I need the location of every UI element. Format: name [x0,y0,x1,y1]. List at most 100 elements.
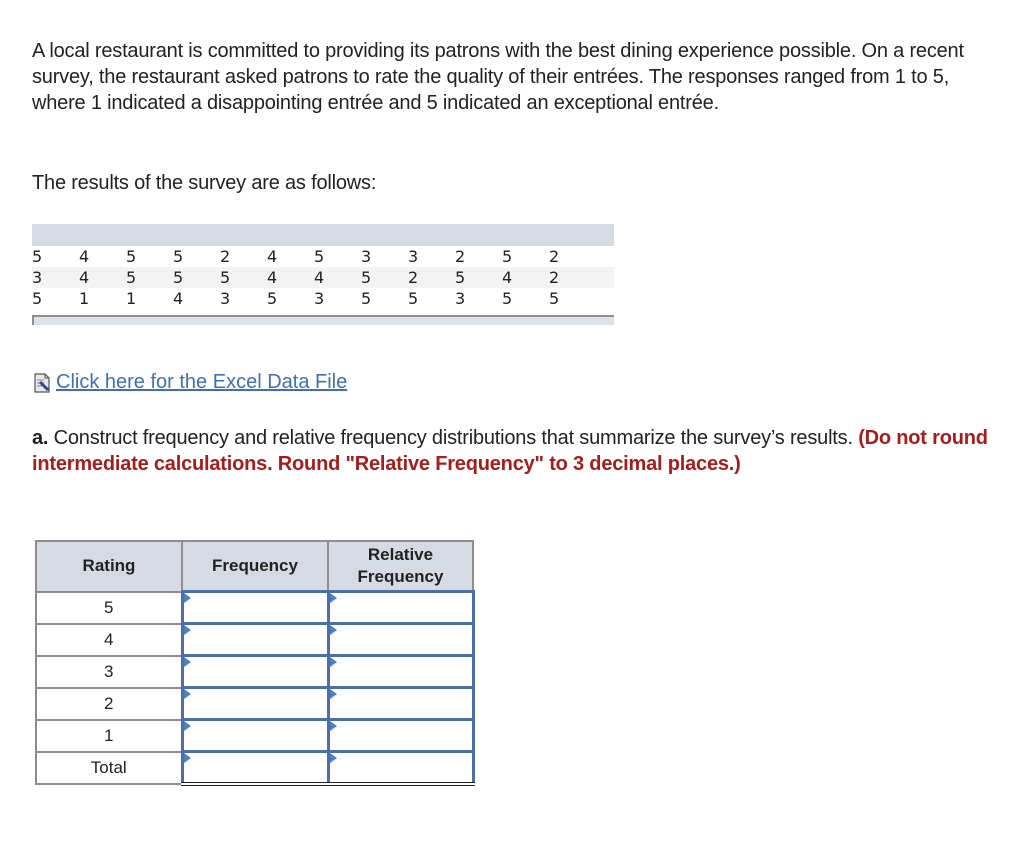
part-a-text: Construct frequency and relative frequen… [48,427,859,449]
data-row: 5 1 1 4 3 5 3 5 5 3 5 5 [32,288,614,309]
header-rating: Rating [35,540,183,593]
total-relative-frequency-input-cell[interactable] [326,750,475,786]
frequency-input[interactable] [183,625,327,654]
table-row: 1 [35,718,475,753]
rating-cell: 2 [35,686,183,721]
total-relative-frequency-input[interactable] [329,753,472,782]
input-marker-icon [183,689,191,699]
rating-cell: 4 [35,622,183,657]
total-frequency-input[interactable] [183,753,327,782]
header-relative-line1: Relative [367,545,434,564]
input-marker-icon [329,753,337,763]
relative-frequency-input-cell[interactable] [326,622,475,657]
input-marker-icon [183,721,191,731]
data-cell: 5 [549,289,560,308]
relative-frequency-input-cell[interactable] [326,590,475,625]
data-cell: 2 [549,247,560,266]
excel-file-icon[interactable] [32,372,52,393]
results-label: The results of the survey are as follows… [32,172,377,194]
part-a-label: a. [32,427,49,449]
data-cell: 3 [32,268,43,287]
data-cell: 2 [455,247,466,266]
excel-data-link-row: Click here for the Excel Data File [32,371,347,394]
data-cell: 5 [220,268,231,287]
input-marker-icon [329,593,337,603]
input-marker-icon [329,657,337,667]
frequency-input-cell[interactable] [180,686,330,721]
frequency-input[interactable] [183,657,327,686]
data-cell: 5 [126,268,137,287]
data-cell: 4 [173,289,184,308]
frequency-input-cell[interactable] [180,590,330,625]
data-cell: 4 [79,247,90,266]
total-frequency-input-cell[interactable] [180,750,330,786]
total-label: Total [35,750,183,785]
data-cell: 5 [32,289,43,308]
rating-cell: 1 [35,718,183,753]
data-cell: 1 [126,289,137,308]
data-cell: 5 [408,289,419,308]
data-cell: 5 [32,247,43,266]
input-marker-icon [183,593,191,603]
excel-data-link[interactable]: Click here for the Excel Data File [56,371,347,394]
data-cell: 3 [361,247,372,266]
frequency-input-cell[interactable] [180,622,330,657]
relative-frequency-input[interactable] [329,721,472,750]
data-cell: 4 [267,247,278,266]
relative-frequency-input[interactable] [329,625,472,654]
data-cell: 2 [549,268,560,287]
input-marker-icon [329,721,337,731]
relative-frequency-input-cell[interactable] [326,654,475,689]
rating-cell: 3 [35,654,183,689]
frequency-input-cell[interactable] [180,654,330,689]
table-row: 2 [35,686,475,721]
data-cell: 2 [220,247,231,266]
data-grid-scrollbar[interactable] [32,315,614,325]
relative-frequency-input[interactable] [329,657,472,686]
frequency-table: Rating Frequency Relative Frequency 5 4 3… [35,540,475,786]
frequency-input-cell[interactable] [180,718,330,753]
table-row: 5 [35,590,475,625]
data-cell: 5 [173,268,184,287]
data-cell: 2 [408,268,419,287]
data-row: 5 4 5 5 2 4 5 3 3 2 5 2 [32,246,614,267]
data-cell: 5 [361,289,372,308]
data-cell: 1 [79,289,90,308]
data-cell: 4 [314,268,325,287]
relative-frequency-input-cell[interactable] [326,686,475,721]
data-cell: 5 [502,289,513,308]
table-row: 3 [35,654,475,689]
data-row: 3 4 5 5 5 4 4 5 2 5 4 2 [32,267,614,288]
header-frequency: Frequency [181,540,329,593]
header-relative-frequency: Relative Frequency [327,540,474,593]
relative-frequency-input[interactable] [329,689,472,718]
frequency-input[interactable] [183,689,327,718]
input-marker-icon [183,625,191,635]
data-cell: 4 [267,268,278,287]
data-cell: 4 [502,268,513,287]
data-cell: 3 [455,289,466,308]
frequency-input[interactable] [183,721,327,750]
header-relative-line2: Frequency [357,567,444,586]
input-marker-icon [329,689,337,699]
data-cell: 5 [314,247,325,266]
data-grid-header [32,224,614,246]
data-cell: 5 [173,247,184,266]
total-row: Total [35,750,475,786]
data-cell: 4 [79,268,90,287]
input-marker-icon [183,753,191,763]
data-cell: 5 [126,247,137,266]
rating-cell: 5 [35,590,183,625]
frequency-input[interactable] [183,593,327,622]
survey-data-grid: 5 4 5 5 2 4 5 3 3 2 5 2 3 4 5 5 5 4 4 5 … [32,224,614,325]
input-marker-icon [183,657,191,667]
relative-frequency-input-cell[interactable] [326,718,475,753]
data-cell: 3 [408,247,419,266]
problem-intro: A local restaurant is committed to provi… [32,40,964,114]
table-row: 4 [35,622,475,657]
data-cell: 3 [220,289,231,308]
data-cell: 5 [361,268,372,287]
data-cell: 5 [455,268,466,287]
data-cell: 3 [314,289,325,308]
relative-frequency-input[interactable] [329,593,472,622]
